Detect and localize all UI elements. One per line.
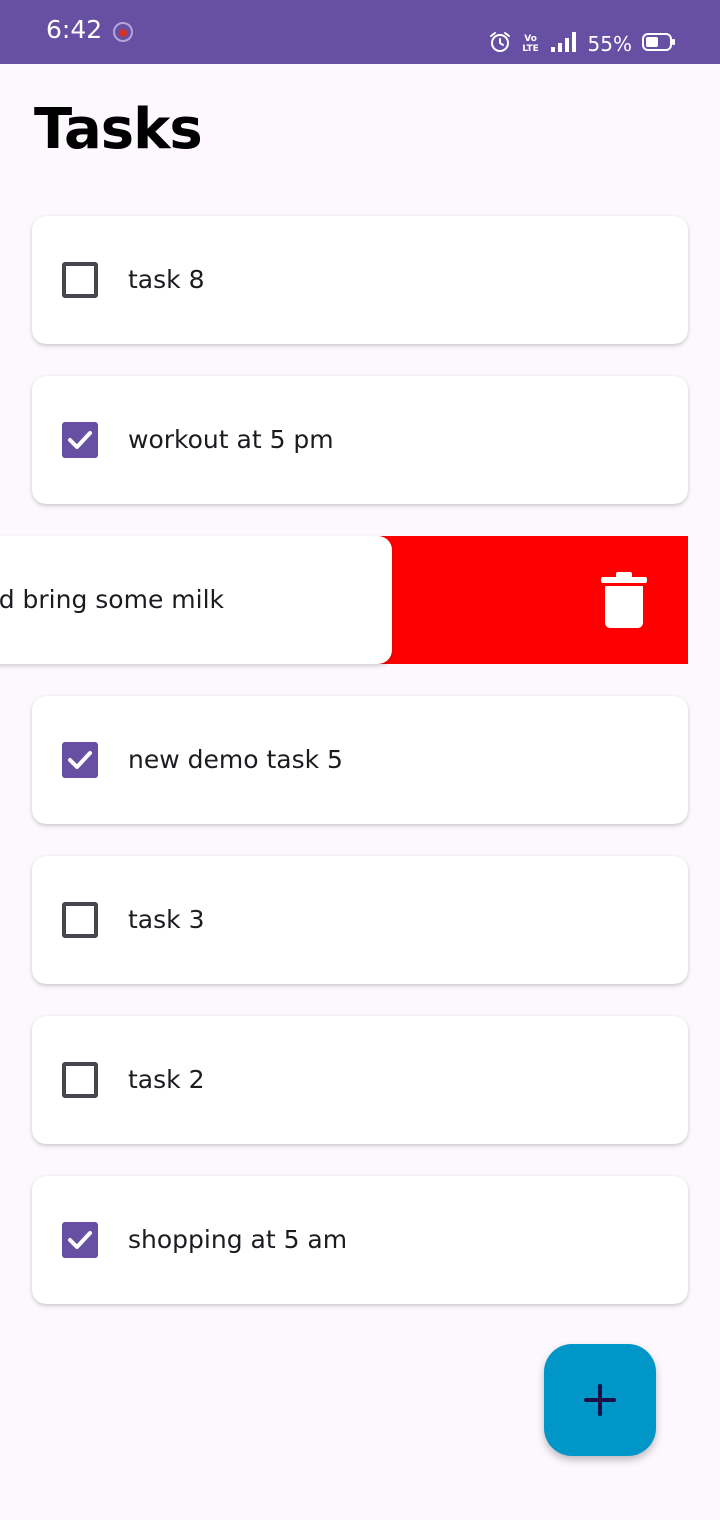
add-task-button[interactable] [544,1344,656,1456]
task-label: shopping at 5 am [128,1225,348,1254]
task-label: workout at 5 pm [128,425,334,454]
task-label: task 3 [128,905,205,934]
plus-icon [584,1384,616,1416]
battery-icon [642,32,676,56]
checkmark-icon [68,751,92,769]
recording-indicator-icon [112,21,134,43]
alarm-icon [488,30,512,58]
page-title: Tasks [34,97,203,162]
task-checkbox[interactable] [62,1222,98,1258]
status-time: 6:42 [46,15,103,44]
task-card[interactable]: workout at 5 pm [32,376,688,504]
volte-icon: Vo LTE [522,34,539,54]
signal-icon [550,31,578,57]
task-label: task 2 [128,1065,205,1094]
task-card[interactable]: task 3 [32,856,688,984]
trash-icon[interactable] [601,572,647,628]
task-card[interactable]: shopping at 5 am [32,1176,688,1304]
status-icons: Vo LTE 55% [488,30,676,58]
task-checkbox[interactable] [62,262,98,298]
task-checkbox[interactable] [62,422,98,458]
task-checkbox[interactable] [62,902,98,938]
task-label: und bring some milk [0,585,224,614]
task-card[interactable]: task 2 [32,1016,688,1144]
task-label: task 8 [128,265,205,294]
swipe-row[interactable]: und bring some milk [0,536,688,664]
task-checkbox[interactable] [62,1062,98,1098]
task-card[interactable]: task 8 [32,216,688,344]
status-bar: 6:42 Vo LTE 55% [0,0,720,64]
task-card[interactable]: new demo task 5 [32,696,688,824]
task-card-swiped[interactable]: und bring some milk [0,536,392,664]
task-label: new demo task 5 [128,745,343,774]
checkmark-icon [68,1231,92,1249]
checkmark-icon [68,431,92,449]
task-checkbox[interactable] [62,742,98,778]
battery-percent: 55% [587,32,632,56]
